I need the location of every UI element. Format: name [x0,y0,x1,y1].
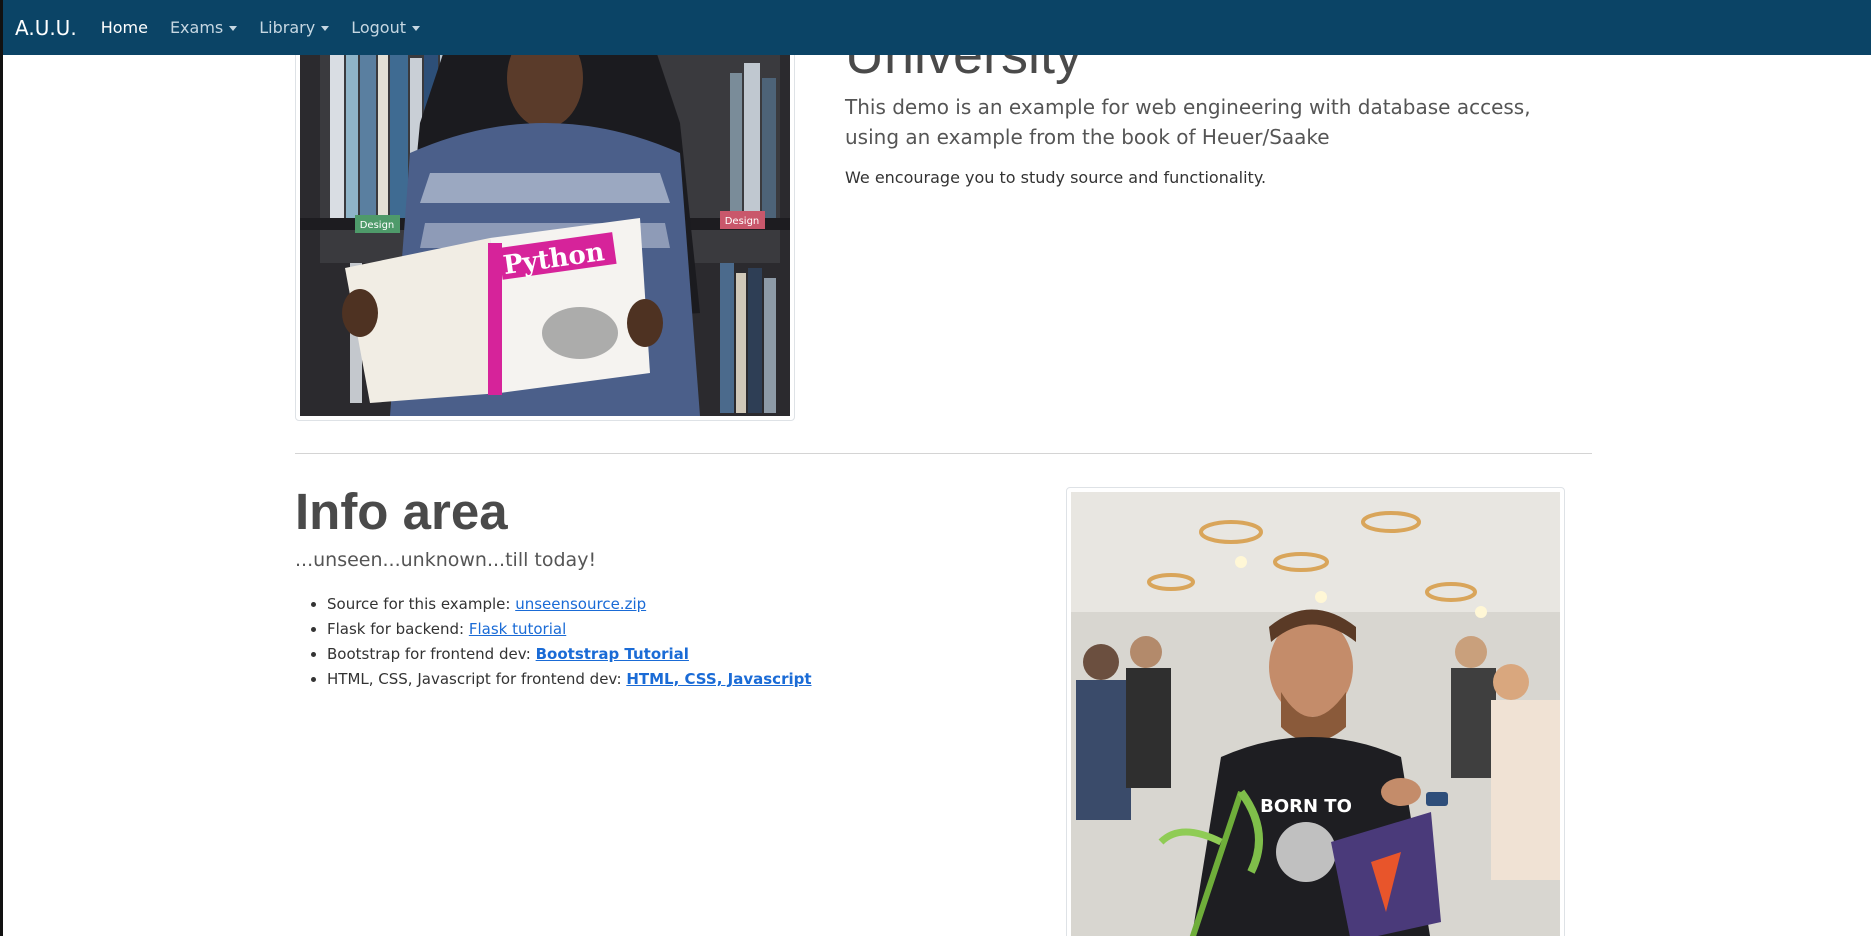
info-image: BORN TO [1066,487,1565,936]
nav-logout-label: Logout [351,18,406,37]
reading-woman-illustration: Design Design Python [300,33,790,416]
event-man-illustration: BORN TO [1071,492,1560,936]
bootstrap-tutorial-link[interactable]: Bootstrap Tutorial [536,645,689,663]
chevron-down-icon [229,26,238,31]
html-css-js-link[interactable]: HTML, CSS, Javascript [626,670,811,688]
shelf-label-2: Design [725,216,760,227]
hero-lead: This demo is an example for web engineer… [845,95,1531,149]
list-item: Flask for backend: Flask tutorial [327,617,812,642]
nav-library-label: Library [259,18,316,37]
flask-tutorial-link[interactable]: Flask tutorial [469,620,566,638]
info-list: Source for this example: unseensource.zi… [327,592,812,692]
navbar: A.U.U. Home Exams Library Logout [3,0,1871,55]
info-subtitle: ...unseen...unknown...till today! [295,549,597,571]
chevron-down-icon [411,26,420,31]
list-item: Source for this example: unseensource.zi… [327,592,812,617]
hero-image: Design Design Python [295,28,795,421]
list-item-text: Flask for backend: [327,620,469,638]
nav-home[interactable]: Home [101,18,148,37]
chevron-down-icon [321,26,330,31]
shelf-label-1: Design [360,220,395,231]
nav-exams-label: Exams [169,18,224,37]
section-divider [295,453,1592,454]
list-item-text: HTML, CSS, Javascript for frontend dev: [327,670,627,688]
source-zip-link[interactable]: unseensource.zip [515,595,646,613]
nav-logout-dropdown[interactable]: Logout [351,18,420,37]
list-item: Bootstrap for frontend dev: Bootstrap Tu… [327,642,812,667]
nav-library-dropdown[interactable]: Library [259,18,330,37]
nav-exams-dropdown[interactable]: Exams [169,18,238,37]
info-title: Info area [295,483,508,540]
shirt-text: BORN TO [1260,796,1352,817]
nav-home-label: Home [100,18,148,37]
brand-logo[interactable]: A.U.U. [3,16,77,40]
list-item: HTML, CSS, Javascript for frontend dev: … [327,667,812,692]
hero-text: We encourage you to study source and fun… [845,168,1267,187]
list-item-text: Source for this example: [327,595,516,613]
list-item-text: Bootstrap for frontend dev: [327,645,536,663]
